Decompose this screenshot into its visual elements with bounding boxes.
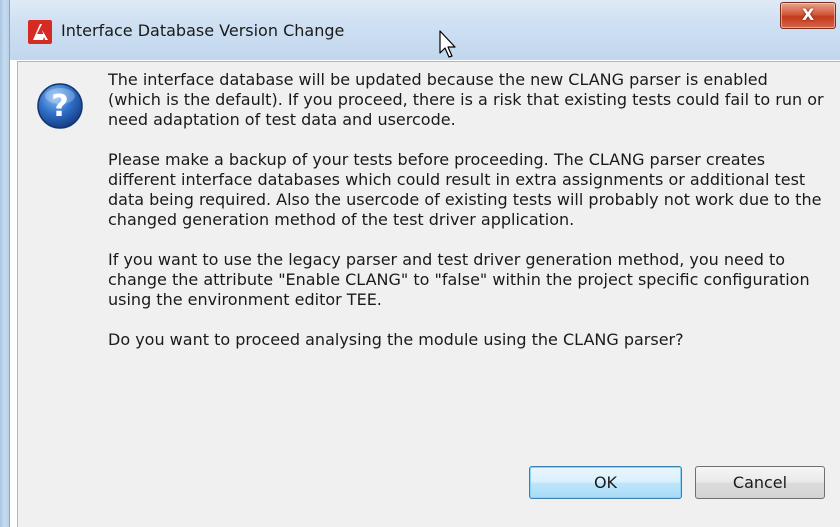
message-paragraph: If you want to use the legacy parser and… [108, 250, 810, 309]
ok-button[interactable]: OK [529, 466, 682, 499]
app-logo-icon [28, 20, 52, 44]
message-paragraph: Do you want to proceed analysing the mod… [108, 330, 684, 349]
message-paragraph: Please make a backup of your tests befor… [108, 150, 822, 229]
dialog-window: Interface Database Version Change X ? Th… [0, 0, 840, 527]
dialog-content: ? The interface database will be updated… [17, 61, 840, 527]
window-frame [0, 0, 10, 527]
message-text: The interface database will be updated b… [108, 70, 824, 370]
svg-text:?: ? [51, 89, 68, 124]
cancel-button[interactable]: Cancel [695, 466, 825, 499]
close-icon: X [801, 5, 815, 24]
message-paragraph: The interface database will be updated b… [108, 70, 824, 129]
title-bar[interactable]: Interface Database Version Change X [10, 0, 840, 60]
question-icon: ? [37, 83, 83, 129]
window-title: Interface Database Version Change [61, 21, 345, 40]
close-button[interactable]: X [780, 2, 836, 29]
mouse-cursor-icon [439, 30, 456, 58]
